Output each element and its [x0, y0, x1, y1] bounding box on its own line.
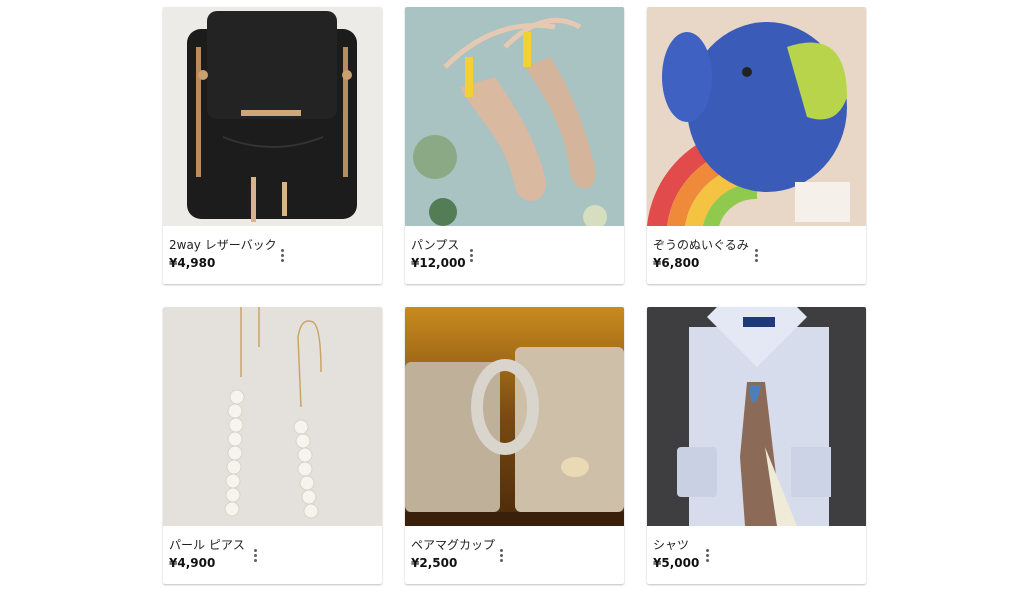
product-price: ¥2,500: [411, 556, 458, 570]
more-dot: [705, 548, 709, 552]
more-dot: [499, 548, 503, 552]
product-image-backpack[interactable]: [163, 7, 382, 226]
more-dot: [469, 248, 473, 252]
product-grid: 2way レザーバック ¥4,980 パンプス ¥12,000 ぞうのぬいぐるみ…: [163, 7, 866, 584]
more-dot: [754, 248, 758, 252]
product-card[interactable]: シャツ ¥5,000: [647, 307, 866, 584]
more-dot: [469, 258, 473, 262]
product-card[interactable]: パール ピアス ¥4,900: [163, 307, 382, 584]
product-name: シャツ: [653, 538, 690, 552]
product-price: ¥5,000: [653, 556, 700, 570]
more-vert-icon[interactable]: [494, 544, 508, 566]
product-name: パール ピアス: [169, 538, 245, 552]
product-image-pearl-earrings[interactable]: [163, 307, 382, 526]
more-dot: [499, 553, 503, 557]
more-dot: [280, 253, 284, 257]
product-card[interactable]: パンプス ¥12,000: [405, 7, 624, 284]
product-info: パール ピアス ¥4,900: [163, 526, 382, 584]
more-vert-icon[interactable]: [700, 544, 714, 566]
product-info: パンプス ¥12,000: [405, 226, 624, 284]
product-price: ¥12,000: [411, 256, 466, 270]
more-dot: [280, 258, 284, 262]
product-card[interactable]: ペアマグカップ ¥2,500: [405, 307, 624, 584]
product-price: ¥4,900: [169, 556, 216, 570]
product-info: ぞうのぬいぐるみ ¥6,800: [647, 226, 866, 284]
product-info: ペアマグカップ ¥2,500: [405, 526, 624, 584]
more-dot: [754, 258, 758, 262]
product-info: 2way レザーバック ¥4,980: [163, 226, 382, 284]
product-info: シャツ ¥5,000: [647, 526, 866, 584]
product-image-pumps[interactable]: [405, 7, 624, 226]
product-name: ペアマグカップ: [411, 538, 496, 552]
more-vert-icon[interactable]: [749, 244, 763, 266]
more-vert-icon[interactable]: [275, 244, 289, 266]
more-dot: [253, 548, 257, 552]
product-image-elephant-plush[interactable]: [647, 7, 866, 226]
more-dot: [705, 553, 709, 557]
more-dot: [499, 558, 503, 562]
more-dot: [754, 253, 758, 257]
product-card[interactable]: 2way レザーバック ¥4,980: [163, 7, 382, 284]
more-vert-icon[interactable]: [464, 244, 478, 266]
product-name: パンプス: [411, 238, 460, 252]
more-vert-icon[interactable]: [248, 544, 262, 566]
more-dot: [253, 553, 257, 557]
product-card[interactable]: ぞうのぬいぐるみ ¥6,800: [647, 7, 866, 284]
product-image-mug-pair[interactable]: [405, 307, 624, 526]
more-dot: [280, 248, 284, 252]
more-dot: [469, 253, 473, 257]
more-dot: [253, 558, 257, 562]
more-dot: [705, 558, 709, 562]
product-image-shirt[interactable]: [647, 307, 866, 526]
